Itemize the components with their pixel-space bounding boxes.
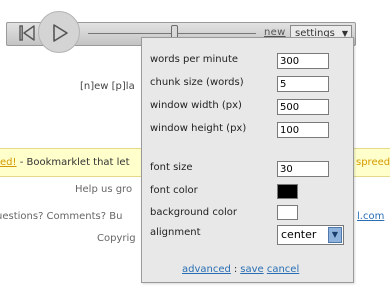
announcement-text: ed! - Bookmarklet that let	[0, 157, 130, 168]
help-text: Help us gro	[75, 184, 133, 195]
font-size-label: font size	[150, 162, 193, 173]
questions-text: uestions? Comments? Bu	[0, 211, 123, 222]
settings-panel: words per minute chunk size (words) wind…	[141, 37, 354, 283]
words-per-minute-label: words per minute	[150, 54, 239, 65]
announcement-right-link[interactable]: spreede	[356, 157, 390, 168]
play-icon[interactable]	[51, 23, 69, 43]
chunk-size-input[interactable]	[277, 76, 329, 92]
background-color-swatch[interactable]	[277, 205, 298, 220]
page-tagline: [n]ew [p]la	[80, 81, 135, 92]
save-link[interactable]: save	[240, 264, 263, 275]
announcement-body: - Bookmarklet that let	[16, 157, 130, 168]
announcement-link[interactable]: ed!	[0, 157, 17, 168]
contact-link[interactable]: l.com	[357, 211, 384, 222]
alignment-value: center	[281, 228, 317, 241]
previous-icon[interactable]	[18, 24, 36, 42]
chevron-down-icon: ▼	[328, 227, 342, 243]
link-separator: :	[233, 264, 238, 275]
alignment-label: alignment	[150, 227, 201, 238]
font-color-label: font color	[150, 185, 198, 196]
background-color-label: background color	[150, 207, 237, 218]
window-width-input[interactable]	[277, 99, 329, 115]
advanced-link[interactable]: advanced	[182, 264, 231, 275]
panel-footer: advanced: save cancel	[182, 264, 299, 275]
window-height-input[interactable]	[277, 122, 329, 138]
words-per-minute-input[interactable]	[277, 53, 329, 69]
chunk-size-label: chunk size (words)	[150, 77, 244, 88]
alignment-select[interactable]: center ▼	[277, 225, 344, 245]
font-color-swatch[interactable]	[277, 184, 298, 199]
window-width-label: window width (px)	[150, 100, 242, 111]
copyright-text: Copyrig	[97, 233, 136, 244]
font-size-input[interactable]	[277, 161, 329, 177]
window-height-label: window height (px)	[150, 123, 247, 134]
cancel-link[interactable]: cancel	[267, 264, 299, 275]
